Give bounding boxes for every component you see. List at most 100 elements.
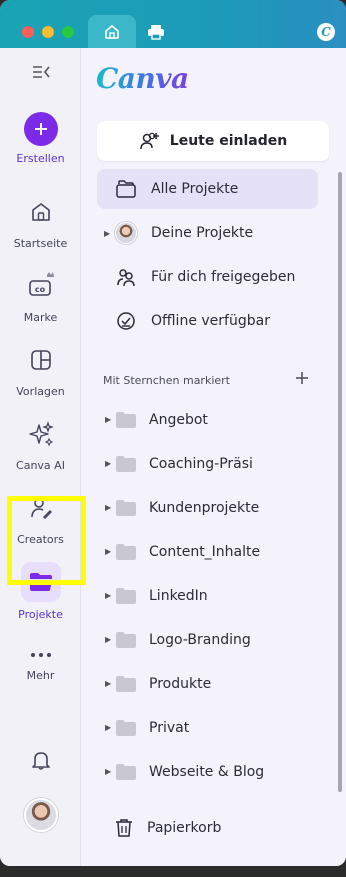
projects-panel: Canva Leute einladen Alle Projekte ▶ Dei… — [82, 48, 346, 866]
nav-shared-with-you[interactable]: Für dich freigegeben — [97, 257, 318, 297]
rail-item-home[interactable]: Startseite — [0, 192, 81, 250]
folder-label: LinkedIn — [149, 588, 208, 604]
expand-caret-icon[interactable]: ▶ — [105, 723, 111, 732]
expand-caret-icon[interactable]: ▶ — [105, 679, 111, 688]
folder-row[interactable]: ▶ Produkte — [97, 667, 318, 701]
templates-icon — [21, 340, 61, 380]
expand-caret-icon[interactable]: ▶ — [105, 459, 111, 468]
nav-all-projects[interactable]: Alle Projekte — [97, 169, 318, 209]
sparkle-icon — [21, 414, 61, 454]
rail-item-templates[interactable]: Vorlagen — [0, 340, 81, 398]
folder-icon — [116, 632, 136, 648]
rail-label-canva-ai: Canva AI — [16, 459, 65, 472]
add-people-icon — [140, 132, 159, 150]
invite-people-button[interactable]: Leute einladen — [97, 121, 329, 161]
rail-label-projects: Projekte — [18, 608, 63, 621]
home-tab[interactable] — [88, 15, 136, 48]
minimize-window-button[interactable] — [42, 26, 54, 38]
add-starred-button[interactable] — [290, 366, 314, 390]
folder-icon — [116, 720, 136, 736]
notifications-button[interactable] — [0, 740, 81, 780]
rail-item-brand[interactable]: co Marke — [0, 266, 81, 324]
rail-item-canva-ai[interactable]: Canva AI — [0, 414, 81, 472]
close-window-button[interactable] — [22, 26, 34, 38]
svg-text:co: co — [34, 285, 45, 294]
folder-label: Angebot — [149, 412, 208, 428]
expand-caret-icon[interactable]: ▶ — [105, 767, 111, 776]
expand-caret-icon[interactable]: ▶ — [105, 415, 111, 424]
profile-tab[interactable]: C — [312, 15, 340, 48]
rail-label-more: Mehr — [26, 669, 55, 682]
user-avatar-icon — [115, 222, 137, 244]
folder-icon — [116, 412, 136, 428]
nav-shared-label: Für dich freigegeben — [151, 269, 296, 285]
folder-icon — [116, 764, 136, 780]
rail-label-brand: Marke — [23, 311, 58, 324]
avatar — [23, 798, 58, 832]
left-rail: Erstellen Startseite co Marke Vorlagen C… — [0, 48, 81, 866]
scrollbar[interactable] — [338, 172, 342, 792]
folder-row[interactable]: ▶ Logo-Branding — [97, 623, 318, 657]
printer-icon — [148, 24, 164, 40]
starred-section-title: Mit Sternchen markiert — [103, 374, 230, 387]
nav-offline-label: Offline verfügbar — [151, 313, 270, 329]
folder-label: Coaching-Präsi — [149, 456, 253, 472]
canva-badge-icon: C — [317, 22, 335, 41]
trash-icon — [113, 817, 135, 839]
nav-your-projects-label: Deine Projekte — [151, 225, 254, 241]
folder-label: Logo-Branding — [149, 632, 251, 648]
expand-caret-icon[interactable]: ▶ — [105, 547, 111, 556]
expand-caret-icon[interactable]: ▶ — [104, 229, 110, 238]
app-window: C Erstellen Startseite co Marke Vorlagen… — [0, 0, 346, 866]
folder-row[interactable]: ▶ Coaching-Präsi — [97, 447, 318, 481]
maximize-window-button[interactable] — [62, 26, 74, 38]
sidebar-collapse-icon — [32, 66, 50, 78]
offline-check-icon — [115, 310, 137, 332]
folder-label: Webseite & Blog — [149, 764, 265, 780]
folder-row[interactable]: ▶ Kundenprojekte — [97, 491, 318, 525]
more-icon — [21, 646, 61, 664]
account-avatar-button[interactable] — [0, 798, 81, 832]
print-tab[interactable] — [136, 15, 176, 48]
trash-label: Papierkorb — [147, 820, 222, 836]
rail-label-templates: Vorlagen — [16, 385, 65, 398]
folder-label: Kundenprojekte — [149, 500, 260, 516]
folder-row[interactable]: ▶ Content_Inhalte — [97, 535, 318, 569]
expand-caret-icon[interactable]: ▶ — [105, 591, 111, 600]
folder-label: Produkte — [149, 676, 212, 692]
folder-label: Privat — [149, 720, 190, 736]
rail-label-home: Startseite — [13, 237, 68, 250]
folders-icon — [115, 178, 137, 200]
nav-offline-available[interactable]: Offline verfügbar — [97, 301, 318, 341]
plus-icon — [23, 112, 58, 146]
rail-item-create[interactable]: Erstellen — [0, 112, 81, 165]
nav-all-projects-label: Alle Projekte — [151, 181, 239, 197]
home-icon — [105, 24, 119, 39]
folder-row[interactable]: ▶ LinkedIn — [97, 579, 318, 613]
folder-icon — [116, 676, 136, 692]
nav-your-projects[interactable]: ▶ Deine Projekte — [97, 213, 318, 253]
folder-row[interactable]: ▶ Privat — [97, 711, 318, 745]
brand-icon: co — [21, 266, 61, 306]
folder-row[interactable]: ▶ Angebot — [97, 403, 318, 437]
expand-caret-icon[interactable]: ▶ — [105, 503, 111, 512]
shared-people-icon — [115, 266, 137, 288]
folder-row[interactable]: ▶ Webseite & Blog — [97, 755, 318, 789]
folder-icon — [116, 456, 136, 472]
folder-icon — [116, 500, 136, 516]
canva-logo: Canva — [96, 62, 189, 95]
expand-caret-icon[interactable]: ▶ — [105, 635, 111, 644]
projects-highlight-box — [7, 496, 86, 585]
plus-icon — [296, 372, 308, 384]
folder-icon — [116, 544, 136, 560]
title-bar: C — [0, 0, 346, 48]
bell-icon — [21, 740, 61, 780]
folder-icon — [116, 588, 136, 604]
sidebar-collapse-button[interactable] — [0, 64, 81, 80]
folder-label: Content_Inhalte — [149, 544, 261, 560]
rail-item-more[interactable]: Mehr — [0, 646, 81, 682]
invite-label: Leute einladen — [169, 133, 288, 149]
home-icon — [21, 192, 61, 232]
trash-button[interactable]: Papierkorb — [97, 811, 318, 845]
rail-label-create: Erstellen — [16, 152, 65, 165]
